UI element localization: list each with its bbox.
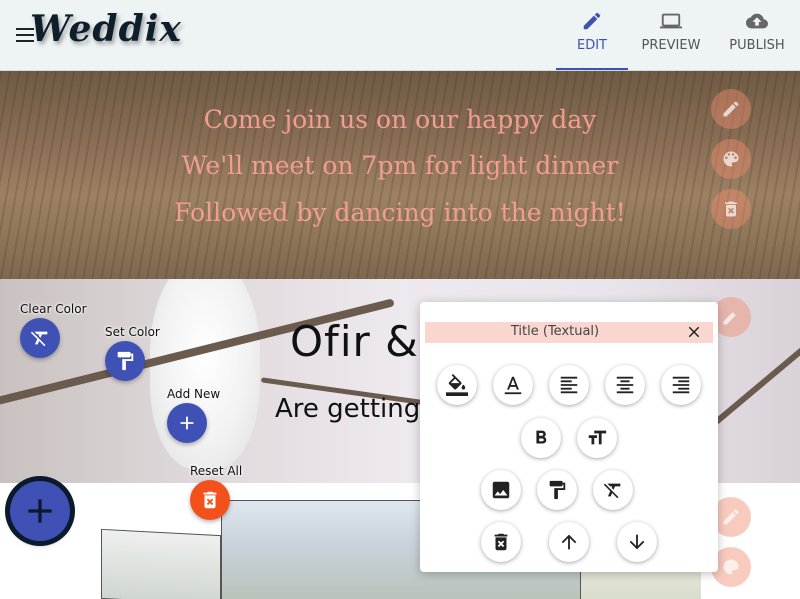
delete-section-button[interactable] — [711, 189, 751, 229]
align-left-icon — [560, 376, 578, 394]
bold-button[interactable] — [521, 418, 561, 458]
arrow-down-icon — [629, 534, 645, 550]
invite-line-1: Come join us on our happy day — [203, 105, 597, 134]
set-color-label: Set Color — [105, 325, 160, 339]
tab-publish[interactable]: PUBLISH — [714, 0, 800, 70]
delete-element-button[interactable] — [481, 522, 521, 562]
tab-publish-label: PUBLISH — [729, 38, 785, 53]
plus-icon — [28, 499, 52, 523]
delete-icon — [494, 533, 508, 551]
add-new-label: Add New — [167, 387, 221, 401]
text-size-button[interactable] — [577, 418, 617, 458]
align-left-button[interactable] — [549, 365, 589, 405]
edit-section-button[interactable] — [711, 89, 751, 129]
format-clear-icon — [603, 483, 621, 499]
app-stage: Weddix EDIT PREVIEW PUBLISH Come join us… — [0, 0, 800, 599]
set-color-tool-button[interactable] — [537, 470, 577, 510]
text-color-button[interactable] — [493, 365, 533, 405]
arrow-up-icon — [561, 534, 577, 550]
cloud-upload-icon — [746, 13, 768, 29]
palette-icon — [723, 151, 739, 167]
close-button[interactable] — [685, 323, 703, 341]
app-logo: Weddix — [30, 8, 182, 50]
popup-title: Title (Textual) — [510, 324, 600, 339]
format-clear-icon — [30, 331, 48, 347]
palette-section-button[interactable] — [711, 139, 751, 179]
tab-edit[interactable]: EDIT — [556, 0, 628, 70]
main-actions-button[interactable] — [10, 481, 70, 541]
image-icon — [492, 481, 510, 499]
plus-icon — [180, 416, 194, 430]
set-color-button[interactable] — [105, 341, 145, 381]
popup-header: Title (Textual) — [425, 322, 713, 343]
pencil-icon — [723, 101, 739, 117]
clear-color-label: Clear Color — [20, 302, 87, 316]
move-up-button[interactable] — [549, 522, 589, 562]
fill-color-icon — [446, 374, 468, 396]
pencil-icon — [723, 312, 736, 325]
element-toolbox-popup: Title (Textual) — [420, 302, 718, 572]
dove-image — [150, 279, 260, 469]
bold-icon — [536, 430, 547, 444]
text-color-icon — [504, 376, 522, 395]
delete-icon — [725, 201, 737, 217]
image-button[interactable] — [481, 470, 521, 510]
tab-preview-label: PREVIEW — [641, 38, 701, 53]
move-down-button[interactable] — [617, 522, 657, 562]
palette-icon — [723, 559, 739, 575]
align-center-icon — [616, 376, 634, 394]
invite-line-2: We'll meet on 7pm for light dinner — [181, 151, 619, 180]
format-paint-icon — [549, 480, 566, 500]
align-center-button[interactable] — [605, 365, 645, 405]
clear-color-tool-button[interactable] — [593, 470, 633, 510]
app-header: Weddix EDIT PREVIEW PUBLISH — [0, 0, 800, 71]
fill-color-button[interactable] — [437, 365, 477, 405]
invite-section[interactable]: Come join us on our happy day We'll meet… — [0, 71, 800, 279]
gallery-photo[interactable] — [101, 528, 221, 599]
text-size-icon — [588, 430, 607, 445]
monitor-icon — [660, 13, 682, 29]
add-new-button[interactable] — [167, 403, 207, 443]
format-paint-icon — [117, 351, 134, 371]
tab-preview[interactable]: PREVIEW — [628, 0, 714, 70]
reset-all-button[interactable] — [190, 480, 230, 520]
reset-all-label: Reset All — [190, 464, 243, 478]
pencil-icon — [723, 509, 739, 525]
align-right-button[interactable] — [661, 365, 701, 405]
delete-icon — [203, 491, 217, 509]
top-nav: EDIT PREVIEW PUBLISH — [556, 0, 800, 70]
clear-color-button[interactable] — [20, 318, 60, 358]
invite-line-3: Followed by dancing into the night! — [174, 198, 626, 227]
close-icon — [688, 326, 700, 338]
tab-edit-label: EDIT — [577, 38, 607, 53]
pencil-icon — [583, 12, 601, 30]
align-right-icon — [672, 376, 690, 394]
